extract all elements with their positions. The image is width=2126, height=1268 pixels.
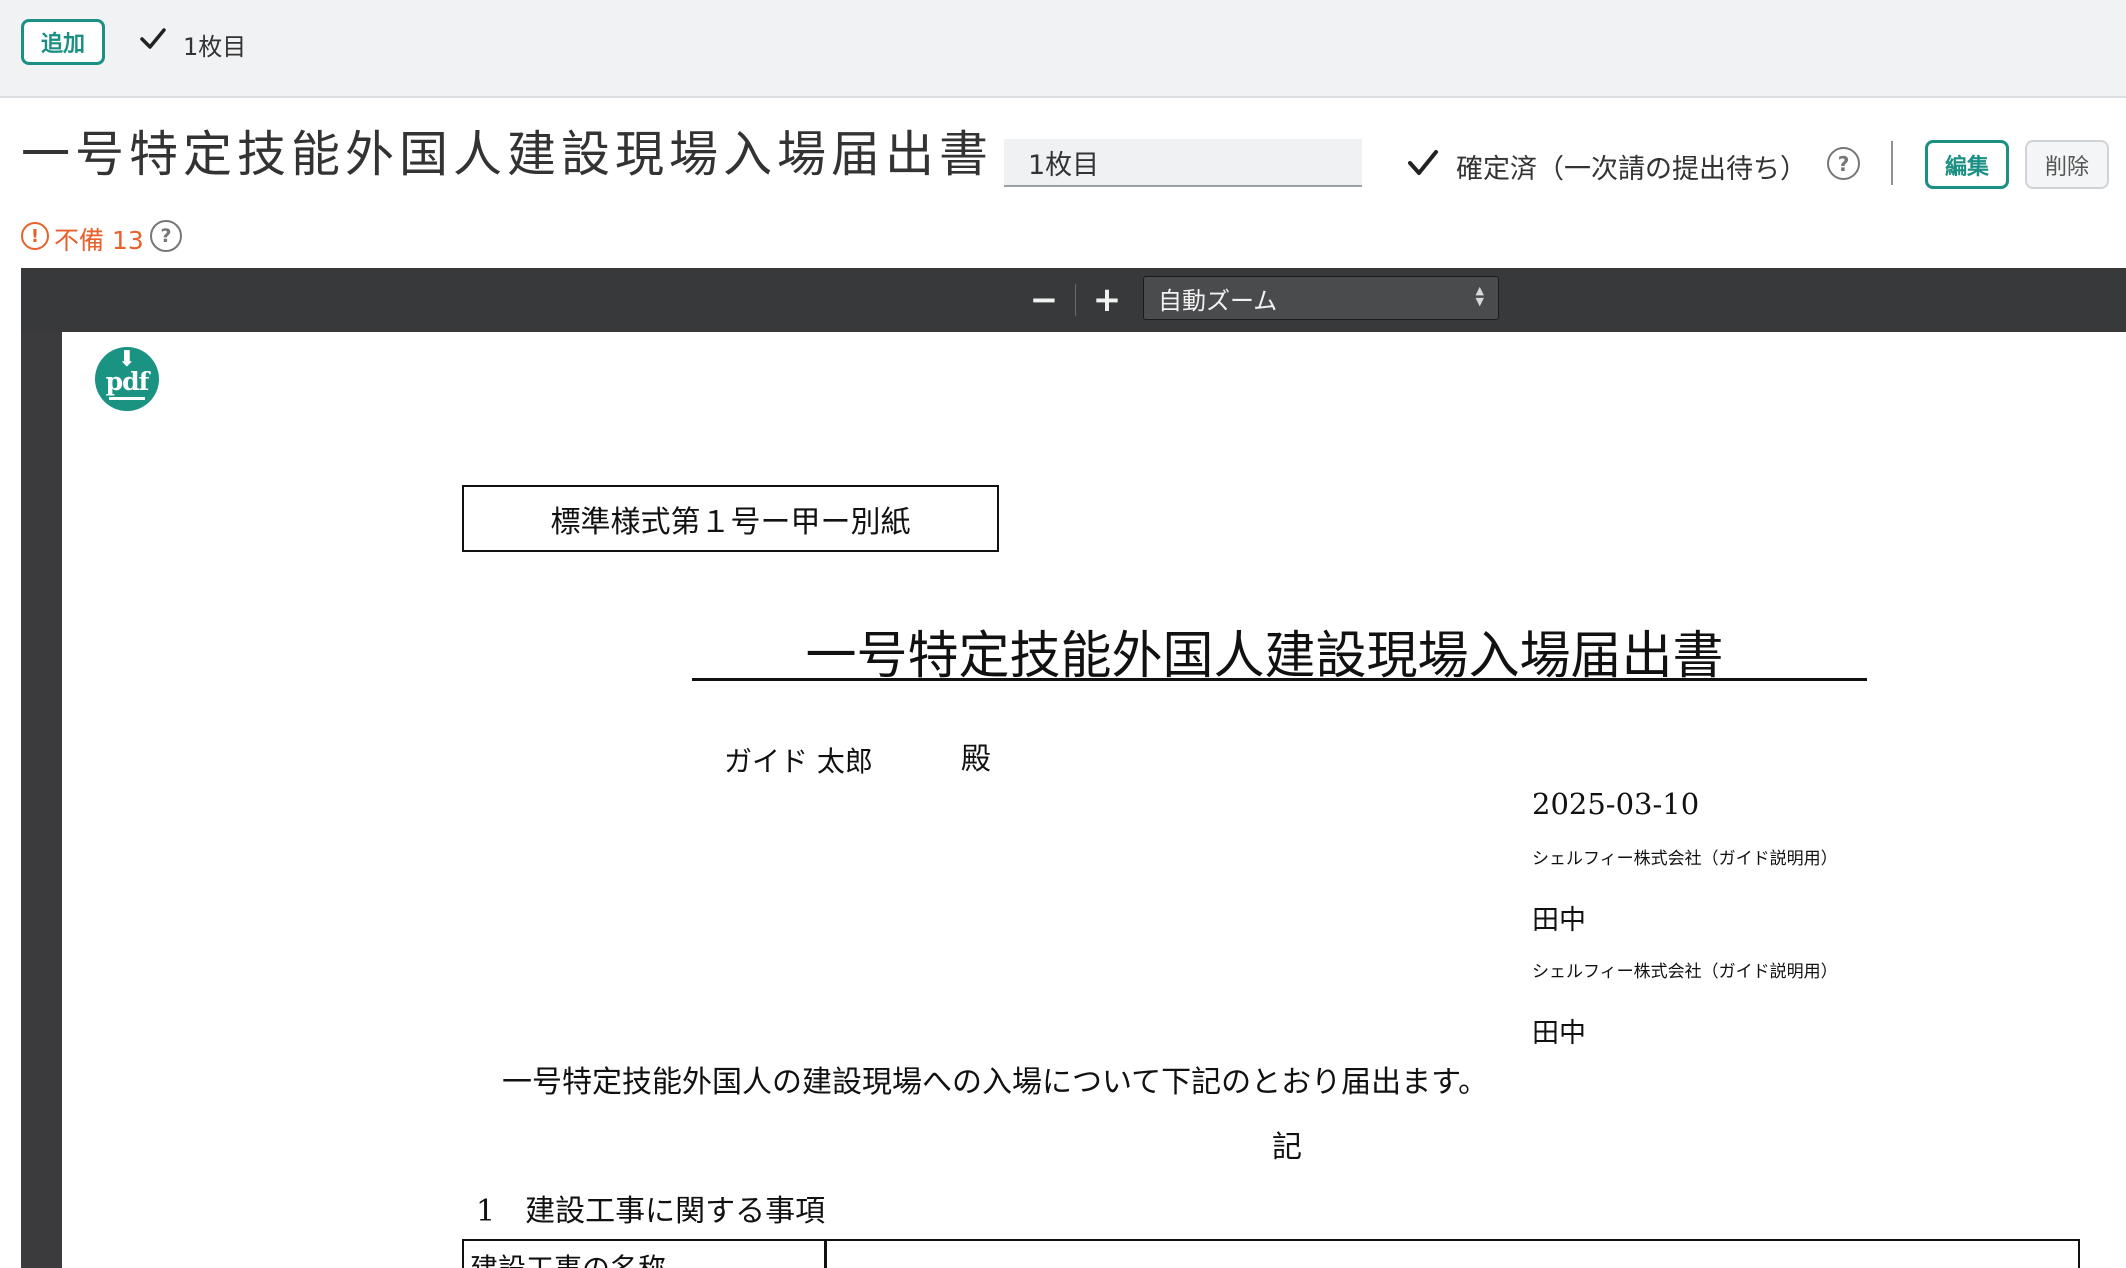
company-name: シェルフィー株式会社（ガイド説明用） <box>1532 849 1838 869</box>
statement-text: 一号特定技能外国人の建設現場への入場について下記のとおり届出ます。 <box>502 1065 1489 1100</box>
divider <box>1891 141 1893 185</box>
document-date: 2025-03-10 <box>1532 787 1700 821</box>
tab-bar: 追加 1枚目 <box>0 0 2126 98</box>
viewer-toolbar: − + 自動ズーム ▲ ▼ <box>21 268 2126 333</box>
form-code-box: 標準様式第１号ー甲ー別紙 <box>462 485 999 552</box>
table-column-divider <box>824 1241 827 1268</box>
alert-icon: ! <box>21 222 49 250</box>
select-arrows-icon: ▲ ▼ <box>1475 284 1484 308</box>
zoom-select-value: 自動ズーム <box>1158 286 1278 315</box>
title-underline <box>692 678 1867 681</box>
section-heading: 1 建設工事に関する事項 <box>476 1194 826 1229</box>
company-name: シェルフィー株式会社（ガイド説明用） <box>1532 962 1838 982</box>
edit-button[interactable]: 編集 <box>1925 140 2009 189</box>
status-label: 確定済（一次請の提出待ち） <box>1456 154 1807 185</box>
download-pdf-icon[interactable]: ⬇ pdf <box>95 347 159 411</box>
download-pdf-label: pdf <box>105 367 150 396</box>
zoom-select[interactable]: 自動ズーム ▲ ▼ <box>1143 276 1499 320</box>
zoom-out-button[interactable]: − <box>1025 281 1063 319</box>
addressee-name: ガイド 太郎 <box>724 745 873 778</box>
table-cell-label: 建設工事の名称 <box>470 1247 666 1268</box>
toolbar-divider <box>1075 284 1076 316</box>
document-title: 一号特定技能外国人建設現場入場届出書 <box>805 627 1724 686</box>
form-code: 標準様式第１号ー甲ー別紙 <box>550 504 911 540</box>
help-icon[interactable]: ? <box>150 220 182 252</box>
help-icon[interactable]: ? <box>1827 147 1860 180</box>
check-icon <box>140 28 166 49</box>
sheet-name-input[interactable] <box>1004 139 1362 187</box>
zoom-in-button[interactable]: + <box>1088 281 1126 319</box>
delete-button[interactable]: 削除 <box>2025 140 2109 189</box>
pdf-page: ⬇ pdf 標準様式第１号ー甲ー別紙 一号特定技能外国人建設現場入場届出書 ガイ… <box>62 332 2126 1268</box>
viewer-sidebar <box>21 332 62 1268</box>
page-title: 一号特定技能外国人建設現場入場届出書 <box>21 126 994 183</box>
pdf-viewer: − + 自動ズーム ▲ ▼ ⬇ pdf 標準様式第１号ー甲ー別紙 一号特定技能外国… <box>21 268 2126 1268</box>
construction-table: 建設工事の名称 <box>462 1239 2080 1268</box>
add-sheet-button[interactable]: 追加 <box>21 19 105 65</box>
person-name: 田中 <box>1532 905 1586 936</box>
check-icon <box>1408 150 1438 175</box>
honorific: 殿 <box>961 742 991 777</box>
download-underline <box>109 397 145 400</box>
person-name: 田中 <box>1532 1018 1586 1049</box>
tab-sheet-1[interactable]: 1枚目 <box>183 27 246 62</box>
defect-count[interactable]: 不備 13 <box>54 221 144 257</box>
ki-heading: 記 <box>1272 1130 1302 1165</box>
